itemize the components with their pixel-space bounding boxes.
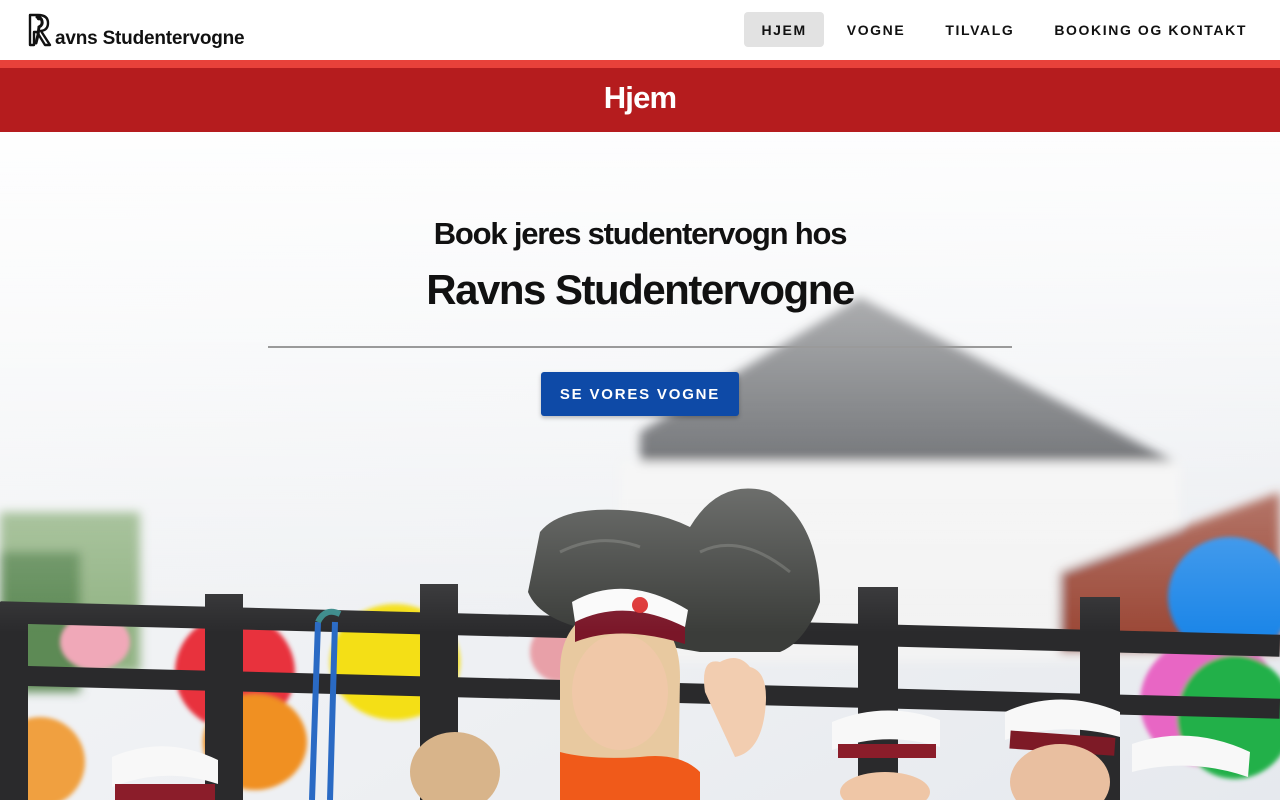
nav-item-booking-og-kontakt[interactable]: BOOKING OG KONTAKT — [1037, 12, 1264, 47]
accent-stripe — [0, 60, 1280, 68]
site-header: avns Studentervogne HJEM VOGNE TILVALG B… — [0, 0, 1280, 60]
nav-item-tilvalg[interactable]: TILVALG — [928, 12, 1031, 47]
nav-item-vogne[interactable]: VOGNE — [830, 12, 923, 47]
raven-r-logo-icon — [28, 13, 52, 47]
page-title-bar: Hjem — [0, 68, 1280, 132]
nav-item-hjem[interactable]: HJEM — [744, 12, 824, 47]
hero-title: Ravns Studentervogne — [426, 266, 855, 313]
hero-subtitle: Book jeres studentervogn hos — [433, 216, 848, 251]
brand-name: avns Studentervogne — [55, 28, 245, 49]
hero-section: Book jeres studentervogn hos Ravns Stude… — [0, 132, 1280, 800]
main-nav: HJEM VOGNE TILVALG BOOKING OG KONTAKT — [744, 12, 1264, 47]
hero-divider — [268, 346, 1012, 348]
see-wagons-button[interactable]: SE VORES VOGNE — [541, 372, 739, 416]
page-title: Hjem — [603, 80, 677, 115]
brand-logo[interactable]: avns Studentervogne — [28, 13, 245, 49]
